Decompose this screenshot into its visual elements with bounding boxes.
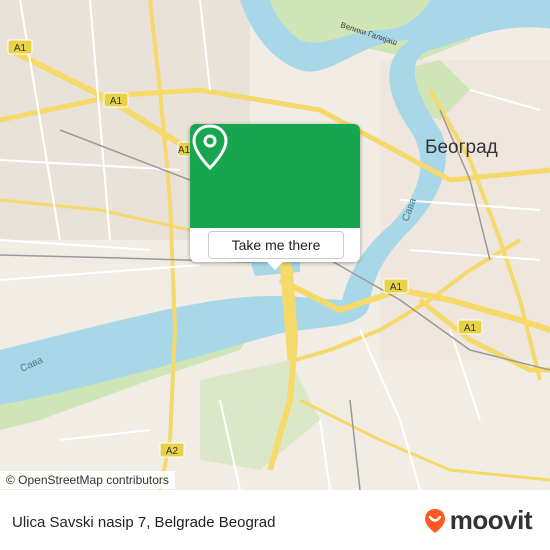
destination-popup: Take me there	[190, 124, 360, 270]
take-me-there-button[interactable]: Take me there	[208, 231, 344, 259]
location-pin-icon	[192, 124, 228, 170]
road-badge: A1	[103, 92, 129, 108]
road-badge: A1	[7, 39, 33, 55]
footer-bar: Ulica Savski nasip 7, Belgrade Beograd m…	[0, 490, 550, 550]
brand-name: moovit	[449, 505, 533, 535]
svg-text:A1: A1	[110, 96, 123, 107]
road-badge: A1	[383, 278, 409, 294]
map-canvas[interactable]: A1 A1 A1 A1 A1 A2 Београд Сава Сава Вели…	[0, 0, 550, 490]
popup-header	[190, 124, 360, 228]
svg-text:A1: A1	[178, 145, 191, 156]
road-badge: A1	[457, 319, 483, 335]
moovit-pin-icon	[424, 508, 445, 533]
road-badge: A2	[159, 442, 185, 458]
map-attribution[interactable]: © OpenStreetMap contributors	[0, 471, 175, 489]
svg-text:A2: A2	[166, 446, 179, 457]
city-label: Београд	[425, 137, 498, 158]
svg-text:A1: A1	[14, 43, 27, 54]
address-text: Ulica Savski nasip 7, Belgrade Beograd	[12, 514, 276, 531]
brand-logo[interactable]: moovit	[424, 505, 533, 536]
svg-text:A1: A1	[390, 282, 403, 293]
svg-text:A1: A1	[464, 323, 477, 334]
road-badge: A1	[177, 141, 191, 157]
